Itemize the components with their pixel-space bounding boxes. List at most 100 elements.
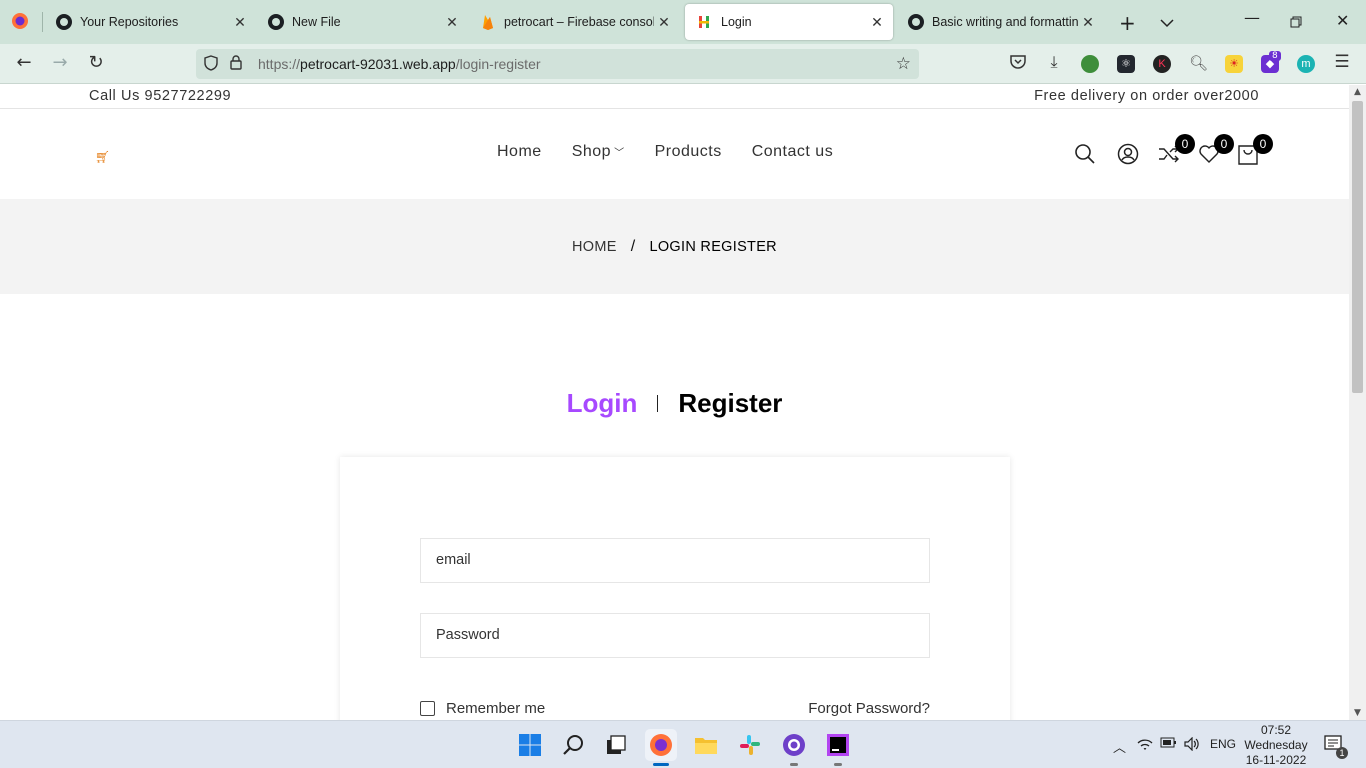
search-taskbar-icon[interactable] — [558, 729, 590, 761]
tab-basic-writing[interactable]: Basic writing and formatting ✕ — [896, 4, 1104, 40]
close-tab-icon[interactable]: ✕ — [230, 14, 250, 31]
menu-shop-label: Shop — [571, 143, 612, 160]
firebase-icon — [480, 14, 496, 30]
url-text: https://petrocart-92031.web.app/login-re… — [258, 56, 541, 72]
compare-count-badge: 0 — [1175, 134, 1195, 154]
tab-title: Basic writing and formatting — [932, 15, 1078, 29]
phpstorm-icon[interactable] — [822, 729, 854, 766]
app-menu-icon[interactable]: ☰ — [1330, 52, 1354, 72]
main-menu: Home Shop ﹀ Products Contact us — [497, 143, 863, 161]
tab-title: Your Repositories — [80, 15, 179, 29]
pocket-icon[interactable] — [1006, 54, 1030, 73]
github-desktop-icon[interactable] — [778, 729, 810, 766]
clock-date: 16-11-2022 — [1245, 753, 1307, 767]
menu-contact[interactable]: Contact us — [752, 143, 833, 161]
cart-count-badge: 0 — [1253, 134, 1273, 154]
extension-k-icon[interactable]: K — [1153, 55, 1171, 73]
menu-products[interactable]: Products — [655, 143, 722, 161]
auth-tabs: Login Register — [0, 388, 1349, 419]
shield-icon[interactable] — [204, 54, 220, 74]
clock-time: 07:52 — [1260, 723, 1292, 737]
downloads-icon[interactable]: ⤓ — [1042, 52, 1066, 72]
scroll-up-icon[interactable]: ▲ — [1349, 87, 1366, 97]
show-hidden-icons-chevron-icon[interactable]: ︿ — [1113, 737, 1126, 756]
close-tab-icon[interactable]: ✕ — [867, 14, 887, 31]
tab-new-file[interactable]: New File ✕ — [256, 4, 468, 40]
list-tabs-icon[interactable] — [1160, 13, 1174, 32]
url-bar[interactable]: https://petrocart-92031.web.app/login-re… — [196, 49, 919, 79]
close-window-icon[interactable]: ✕ — [1336, 11, 1349, 30]
system-clock[interactable]: 07:52 Wednesday 16-11-2022 — [1240, 723, 1312, 768]
login-form-card: email Password Remember me Forgot Passwo… — [340, 457, 1010, 720]
slack-icon[interactable] — [734, 729, 766, 761]
close-tab-icon[interactable]: ✕ — [442, 14, 462, 31]
site-header: 🛒︎ Home Shop ﹀ Products Contact us 0 0 0 — [0, 110, 1349, 199]
account-icon[interactable] — [1117, 143, 1141, 167]
call-us-text: Call Us 9527722299 — [89, 88, 232, 104]
minimize-icon[interactable]: — — [1244, 8, 1260, 27]
extension-badge-count: 8 — [1269, 51, 1281, 61]
tab-divider — [657, 395, 659, 412]
scroll-down-icon[interactable]: ▼ — [1349, 708, 1366, 718]
scrollbar-thumb[interactable] — [1352, 101, 1363, 393]
clock-day: Wednesday — [1244, 738, 1308, 752]
tab-login[interactable]: Login — [567, 388, 638, 419]
search-icon[interactable] — [1074, 143, 1098, 167]
react-devtools-icon[interactable]: ⚛ — [1117, 55, 1135, 73]
page-scrollbar[interactable]: ▲ ▼ — [1349, 85, 1366, 720]
file-explorer-icon[interactable] — [690, 729, 722, 761]
reload-icon[interactable]: ↻ — [84, 52, 108, 73]
language-indicator[interactable]: ENG — [1210, 737, 1236, 751]
breadcrumb-area: HOME / LOGIN REGISTER — [0, 199, 1349, 294]
breadcrumb: HOME / LOGIN REGISTER — [0, 238, 1349, 256]
tab-register[interactable]: Register — [678, 388, 782, 419]
magnifier-extension-icon[interactable]: 🔍︎ — [1189, 55, 1208, 73]
breadcrumb-separator: / — [630, 238, 636, 255]
new-tab-icon[interactable]: + — [1119, 11, 1136, 35]
free-delivery-text: Free delivery on order over2000 — [1034, 88, 1259, 104]
task-view-icon[interactable] — [600, 729, 632, 761]
windows-taskbar: ︿ ENG 07:52 Wednesday 16-11-2022 1 — [0, 720, 1366, 768]
tab-login[interactable]: Login ✕ — [685, 4, 893, 40]
firefox-menu-icon[interactable] — [11, 12, 29, 34]
browser-toolbar: ← → ↻ https://petrocart-92031.web.app/lo… — [0, 44, 1366, 84]
battery-icon[interactable] — [1160, 737, 1177, 751]
back-icon[interactable]: ← — [12, 52, 36, 73]
tab-title: Login — [721, 15, 752, 29]
extension-sun-icon[interactable]: ☀ — [1225, 55, 1243, 73]
breadcrumb-current: LOGIN REGISTER — [649, 239, 777, 255]
menu-shop[interactable]: Shop ﹀ — [572, 143, 625, 161]
tab-firebase-console[interactable]: petrocart – Firebase console ✕ — [468, 4, 680, 40]
browser-tab-bar: Your Repositories ✕ New File ✕ petrocart… — [0, 0, 1366, 44]
notification-count-badge: 1 — [1336, 747, 1348, 759]
web-page: Call Us 9527722299 Free delivery on orde… — [0, 85, 1349, 720]
close-tab-icon[interactable]: ✕ — [654, 14, 674, 31]
wishlist-count-badge: 0 — [1214, 134, 1234, 154]
menu-home[interactable]: Home — [497, 143, 542, 161]
site-favicon — [697, 14, 713, 30]
extension-m-icon[interactable]: m — [1297, 55, 1315, 73]
breadcrumb-home-link[interactable]: HOME — [572, 239, 617, 255]
forward-icon[interactable]: → — [48, 52, 72, 73]
close-tab-icon[interactable]: ✕ — [1078, 14, 1098, 31]
remember-me: Remember me — [420, 700, 545, 717]
volume-icon[interactable] — [1184, 736, 1200, 754]
chevron-down-icon: ﹀ — [614, 148, 625, 159]
github-icon — [908, 14, 924, 30]
network-icon[interactable] — [1137, 737, 1153, 754]
remember-me-checkbox[interactable] — [420, 701, 435, 716]
extension-globe-icon[interactable] — [1081, 55, 1099, 73]
restore-icon[interactable] — [1290, 13, 1302, 32]
email-field[interactable]: email — [420, 538, 930, 583]
bookmark-star-icon[interactable]: ☆ — [896, 54, 911, 74]
start-windows-icon[interactable] — [514, 729, 546, 761]
site-logo-icon[interactable]: 🛒︎ — [95, 150, 110, 164]
password-field[interactable]: Password — [420, 613, 930, 658]
firefox-taskbar-icon[interactable] — [645, 729, 677, 766]
github-icon — [56, 14, 72, 30]
tab-title: petrocart – Firebase console — [504, 15, 654, 29]
forgot-password-link[interactable]: Forgot Password? — [808, 700, 930, 717]
lock-icon[interactable] — [230, 55, 244, 73]
top-info-bar: Call Us 9527722299 Free delivery on orde… — [0, 85, 1349, 109]
tab-your-repositories[interactable]: Your Repositories ✕ — [44, 4, 256, 40]
